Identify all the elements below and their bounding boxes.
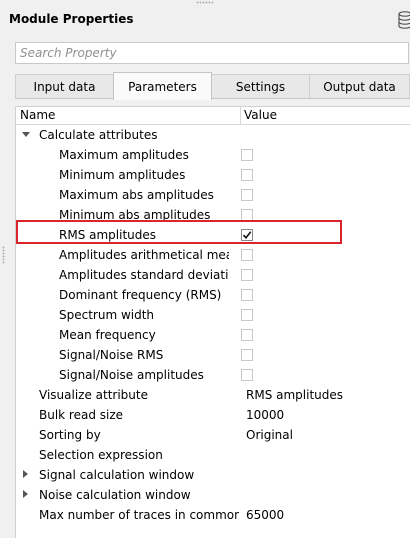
tab-settings[interactable]: Settings [211, 74, 310, 99]
property-label: Visualize attribute [39, 388, 148, 402]
tab-parameters[interactable]: Parameters [113, 72, 212, 100]
database-icon[interactable] [398, 11, 410, 29]
property-row[interactable]: Max number of traces in common ... 65000 [16, 505, 410, 525]
attribute-label: Maximum amplitudes [59, 148, 189, 162]
tree-header: Name Value [16, 107, 410, 125]
attribute-checkbox[interactable] [241, 289, 253, 301]
attribute-row: Amplitudes arithmetical mean a... [16, 245, 410, 265]
attribute-checkbox[interactable] [241, 169, 253, 181]
attribute-label: Mean frequency [59, 328, 156, 342]
splitter-grip-top[interactable] [196, 1, 214, 4]
property-tree: Name Value Calculate attributes Maximum a… [15, 106, 410, 538]
property-row[interactable]: Selection expression [16, 445, 410, 465]
column-header-name[interactable]: Name [20, 108, 55, 122]
property-value[interactable]: 10000 [246, 408, 284, 422]
property-label: Sorting by [39, 428, 101, 442]
attribute-checkbox[interactable] [241, 249, 253, 261]
property-group-row[interactable]: Noise calculation window [16, 485, 410, 505]
tree-group-label: Calculate attributes [39, 128, 158, 142]
expand-arrow-icon[interactable] [23, 490, 28, 498]
column-header-value[interactable]: Value [244, 108, 277, 122]
property-label: Bulk read size [39, 408, 124, 422]
property-value[interactable]: 65000 [246, 508, 284, 522]
splitter-grip-left[interactable] [2, 246, 5, 264]
expand-arrow-icon[interactable] [22, 132, 30, 137]
attribute-row: Signal/Noise amplitudes [16, 365, 410, 385]
attribute-row: Minimum amplitudes [16, 165, 410, 185]
attribute-checkbox[interactable] [241, 269, 253, 281]
tree-group-calculate-attributes[interactable]: Calculate attributes [16, 125, 410, 145]
attribute-row: Maximum abs amplitudes [16, 185, 410, 205]
tab-input-data[interactable]: Input data [15, 74, 114, 99]
highlight-box [16, 220, 342, 244]
tab-bar: Input data Parameters Settings Output da… [15, 72, 410, 100]
property-value[interactable]: RMS amplitudes [246, 388, 343, 402]
attribute-row: Amplitudes standard deviation [16, 265, 410, 285]
attribute-checkbox[interactable] [241, 309, 253, 321]
property-row[interactable]: Bulk read size 10000 [16, 405, 410, 425]
attribute-label: Amplitudes arithmetical mean a... [59, 248, 229, 262]
attribute-row: Signal/Noise RMS [16, 345, 410, 365]
property-row[interactable]: Visualize attribute RMS amplitudes [16, 385, 410, 405]
attribute-label: Dominant frequency (RMS) [59, 288, 222, 302]
attribute-row: Mean frequency [16, 325, 410, 345]
attribute-checkbox[interactable] [241, 149, 253, 161]
attribute-label: Maximum abs amplitudes [59, 188, 214, 202]
attribute-checkbox[interactable] [241, 369, 253, 381]
attribute-label: Minimum amplitudes [59, 168, 186, 182]
property-group-row[interactable]: Signal calculation window [16, 465, 410, 485]
tab-output-data[interactable]: Output data [309, 74, 410, 99]
attribute-row: Dominant frequency (RMS) [16, 285, 410, 305]
property-value[interactable]: Original [246, 428, 293, 442]
attribute-row: Maximum amplitudes [16, 145, 410, 165]
property-label: Signal calculation window [39, 468, 195, 482]
attribute-row: Spectrum width [16, 305, 410, 325]
panel-title: Module Properties [9, 12, 134, 26]
property-row[interactable]: Sorting by Original [16, 425, 410, 445]
attribute-label: Amplitudes standard deviation [59, 268, 229, 282]
search-input[interactable] [15, 42, 409, 64]
property-label: Max number of traces in common ... [39, 508, 239, 522]
attribute-checkbox[interactable] [241, 189, 253, 201]
expand-arrow-icon[interactable] [23, 470, 28, 478]
attribute-checkbox[interactable] [241, 329, 253, 341]
property-label: Noise calculation window [39, 488, 191, 502]
attribute-label: Spectrum width [59, 308, 155, 322]
attribute-label: Signal/Noise RMS [59, 348, 164, 362]
attribute-label: Signal/Noise amplitudes [59, 368, 204, 382]
attribute-checkbox[interactable] [241, 349, 253, 361]
property-label: Selection expression [39, 448, 163, 462]
